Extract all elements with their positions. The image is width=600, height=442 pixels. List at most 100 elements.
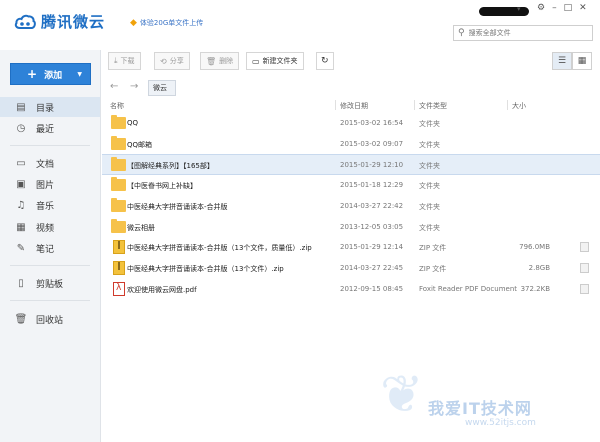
download-button[interactable]: ⤓ 下载 <box>108 52 141 70</box>
download-label: 下载 <box>120 57 135 65</box>
chevron-down-icon[interactable]: ▾ <box>517 5 521 13</box>
sidebar-item-documents[interactable]: ▭ 文档 <box>0 153 100 173</box>
new-folder-button[interactable]: ▭ 新建文件夹 <box>246 52 304 70</box>
chevron-down-icon: ▼ <box>77 70 82 78</box>
table-row-selected[interactable]: 【图解经典系列】【165部】 2015-01-29 12:10 文件夹 <box>102 154 600 175</box>
sidebar-item-recent[interactable]: ◷ 最近 <box>0 118 100 138</box>
file-date: 2015-01-29 12:14 <box>340 243 404 251</box>
app-logo: 腾讯微云 <box>14 11 105 32</box>
delete-button[interactable]: 🗑 删除 <box>200 52 240 70</box>
list-view-icon: ☰ <box>557 56 567 66</box>
music-icon: ♫ <box>16 199 26 211</box>
file-name: 中医经典大字拼音诵读本-合并版（13个文件，质量低）.zip <box>127 244 312 252</box>
back-arrow-icon[interactable]: ← <box>110 81 118 92</box>
forward-arrow-icon[interactable]: → <box>130 81 138 92</box>
file-date: 2012-09-15 08:45 <box>340 285 404 293</box>
sidebar-item-clipboard[interactable]: ▯ 剪贴板 <box>0 273 100 293</box>
refresh-button[interactable]: ↻ <box>316 52 334 70</box>
breadcrumb-item: 微云 <box>153 84 167 92</box>
sidebar-item-label: 最近 <box>36 124 55 135</box>
search-icon: ⚲ <box>458 28 465 38</box>
folder-icon <box>111 157 126 171</box>
table-row[interactable]: 中医经典大字拼音诵读本-合并版 2014-03-27 22:42 文件夹 <box>102 196 600 217</box>
search-box[interactable]: ⚲ <box>453 25 593 41</box>
add-button[interactable]: + 添加 ▼ <box>10 63 91 85</box>
table-row[interactable]: 微云相册 2013-12-05 03:05 文件夹 <box>102 217 600 238</box>
maximize-icon[interactable]: □ <box>564 3 573 13</box>
watermark: ❦ 我爱IT技术网 www.52itjs.com <box>380 365 595 437</box>
sidebar-item-label: 笔记 <box>36 244 55 255</box>
file-date: 2015-03-02 16:54 <box>340 119 404 127</box>
breadcrumb[interactable]: 微云 <box>148 80 176 96</box>
column-name[interactable]: 名称 <box>110 101 124 111</box>
file-name: 【中医眷书网上补缺】 <box>127 182 197 190</box>
column-type[interactable]: 文件类型 <box>419 101 447 111</box>
promo-link[interactable]: ◆ 体验20G单文件上传 <box>130 18 203 28</box>
diamond-icon: ◆ <box>130 18 137 28</box>
table-row[interactable]: 【中医眷书网上补缺】 2015-01-18 12:29 文件夹 <box>102 175 600 196</box>
sidebar-item-label: 视频 <box>36 223 55 234</box>
share-label: 分享 <box>169 57 184 65</box>
file-type: 文件夹 <box>419 203 440 211</box>
sidebar-item-label: 图片 <box>36 180 55 191</box>
sidebar-item-music[interactable]: ♫ 音乐 <box>0 195 100 215</box>
directory-icon: ▤ <box>16 101 26 113</box>
list-view-button[interactable]: ☰ <box>552 52 572 70</box>
watermark-text: 我爱IT技术网 <box>428 399 532 418</box>
table-row[interactable]: 中医经典大字拼音诵读本-合并版（13个文件）.zip 2014-03-27 22… <box>102 258 600 279</box>
file-size: 372.2KB <box>520 285 550 293</box>
table-row[interactable]: QQ邮箱 2015-03-02 09:07 文件夹 <box>102 134 600 155</box>
divider <box>414 100 415 110</box>
sidebar-item-trash[interactable]: 🗑 回收站 <box>0 309 100 329</box>
plus-icon: + <box>27 67 38 81</box>
table-row[interactable]: 中医经典大字拼音诵读本-合并版（13个文件，质量低）.zip 2015-01-2… <box>102 237 600 258</box>
user-name-redacted[interactable] <box>479 7 529 16</box>
row-action-icon[interactable] <box>580 242 589 252</box>
sidebar-item-directory[interactable]: ▤ 目录 <box>0 97 100 117</box>
file-date: 2015-03-02 09:07 <box>340 140 404 148</box>
grid-view-icon: ▦ <box>577 56 587 66</box>
folder-icon <box>111 219 126 233</box>
file-type: Foxit Reader PDF Document <box>419 285 518 293</box>
watermark-url: www.52itjs.com <box>465 418 536 428</box>
sidebar-item-images[interactable]: ▣ 图片 <box>0 174 100 194</box>
sidebar-item-label: 剪贴板 <box>36 279 64 290</box>
table-row[interactable]: 欢迎使用微云网盘.pdf 2012-09-15 08:45 Foxit Read… <box>102 279 600 300</box>
refresh-icon: ↻ <box>321 56 329 66</box>
close-icon[interactable]: ✕ <box>579 3 587 13</box>
clipboard-icon: ▯ <box>18 277 24 289</box>
folder-icon <box>111 198 126 212</box>
sidebar-item-label: 目录 <box>36 103 55 114</box>
new-folder-icon: ▭ <box>252 56 260 66</box>
file-name: 中医经典大字拼音诵读本-合并版 <box>127 203 228 211</box>
divider <box>507 100 508 110</box>
window-controls: ⚙ – □ ✕ <box>537 3 587 13</box>
search-input[interactable] <box>468 29 579 37</box>
file-size: 2.8GB <box>528 264 550 272</box>
table-row[interactable]: QQ 2015-03-02 16:54 文件夹 <box>102 113 600 134</box>
sidebar-item-label: 音乐 <box>36 201 55 212</box>
file-size: 796.0MB <box>519 243 550 251</box>
row-action-icon[interactable] <box>580 263 589 273</box>
settings-icon[interactable]: ⚙ <box>537 3 545 13</box>
folder-icon <box>111 136 126 150</box>
file-name: QQ <box>127 119 139 127</box>
column-date[interactable]: 修改日期 <box>340 101 368 111</box>
divider <box>10 145 90 146</box>
sidebar-item-video[interactable]: ▦ 视频 <box>0 217 100 237</box>
delete-label: 删除 <box>219 57 234 65</box>
column-size[interactable]: 大小 <box>512 101 526 111</box>
toolbar: ⤓ 下载 ⟲ 分享 🗑 删除 ▭ 新建文件夹 ↻ ☰ ▦ <box>102 50 600 74</box>
divider <box>335 100 336 110</box>
file-name: QQ邮箱 <box>127 141 153 149</box>
zip-file-icon <box>113 261 125 275</box>
file-type: 文件夹 <box>419 120 440 128</box>
minimize-icon[interactable]: – <box>552 3 557 13</box>
sidebar-item-notes[interactable]: ✎ 笔记 <box>0 238 100 258</box>
file-type: ZIP 文件 <box>419 265 447 273</box>
file-name: 中医经典大字拼音诵读本-合并版（13个文件）.zip <box>127 265 284 273</box>
grid-view-button[interactable]: ▦ <box>572 52 592 70</box>
share-button[interactable]: ⟲ 分享 <box>154 52 190 70</box>
row-action-icon[interactable] <box>580 284 589 294</box>
divider <box>10 300 90 301</box>
